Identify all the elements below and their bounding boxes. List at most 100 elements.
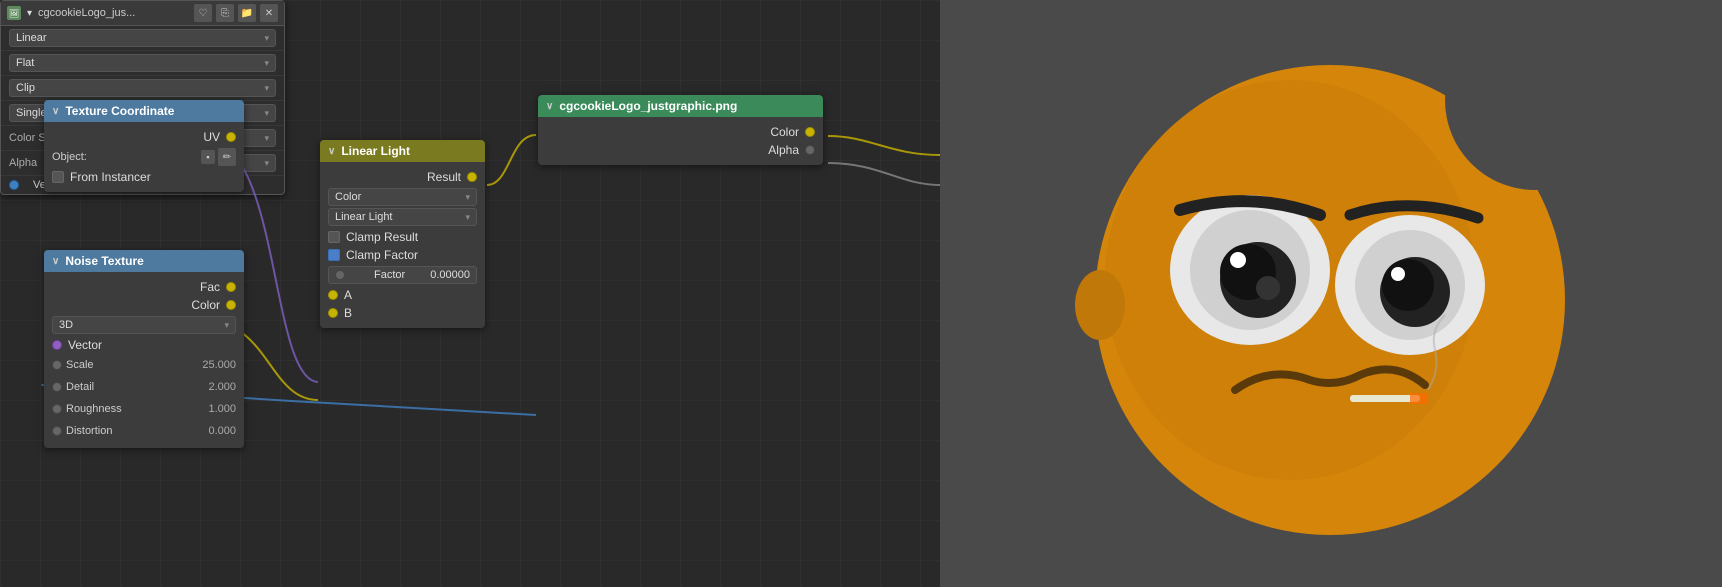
from-instancer-checkbox[interactable]: [52, 171, 64, 183]
scale-socket[interactable]: [52, 360, 62, 370]
color-output-socket[interactable]: [226, 300, 236, 310]
color-output-label: Color: [191, 298, 220, 312]
uv-socket[interactable]: [226, 132, 236, 142]
3d-dropdown-label: 3D: [59, 319, 73, 331]
color-output-row: Color: [44, 296, 244, 314]
object-picker-btn[interactable]: ✏: [218, 148, 236, 166]
linear-light-dropdown[interactable]: Linear Light ▾: [328, 208, 477, 226]
from-instancer-label: From Instancer: [70, 170, 151, 184]
color-dropdown[interactable]: Color ▾: [328, 188, 477, 206]
image-color-output-row: Color: [538, 123, 823, 141]
vector-input-label: Vector: [68, 338, 102, 352]
props-single-image-arrow: ▾: [264, 108, 269, 119]
clamp-result-label: Clamp Result: [346, 230, 418, 244]
clamp-factor-row: Clamp Factor: [320, 246, 485, 264]
linear-light-header[interactable]: ∨ Linear Light: [320, 140, 485, 162]
image-texture-title: cgcookieLogo_justgraphic.png: [559, 99, 737, 113]
linear-light-title: Linear Light: [341, 144, 410, 158]
scale-row: Scale 25.000: [44, 354, 244, 376]
noise-texture-header[interactable]: ∨ Noise Texture: [44, 250, 244, 272]
noise-collapse-icon[interactable]: ∨: [52, 256, 59, 267]
toolbar-dropdown-arrow[interactable]: ▾: [27, 8, 32, 19]
object-label: Object:: [52, 151, 201, 163]
close-btn[interactable]: ✕: [260, 4, 278, 22]
linear-light-collapse-icon[interactable]: ∨: [328, 146, 335, 157]
props-flat-arrow: ▾: [264, 58, 269, 69]
uv-output-row: UV: [44, 128, 244, 146]
roughness-value: 1.000: [208, 403, 236, 415]
props-flat-row: Flat ▾: [1, 51, 284, 76]
props-clip-dropdown[interactable]: Clip ▾: [9, 79, 276, 97]
props-linear-label: Linear: [16, 32, 47, 44]
toolbar-filename: cgcookieLogo_jus...: [38, 7, 190, 19]
a-socket[interactable]: [328, 290, 338, 300]
factor-value: 0.00000: [430, 269, 470, 281]
folder-btn[interactable]: 📁: [238, 4, 256, 22]
texture-coordinate-title: Texture Coordinate: [65, 104, 174, 118]
3d-dropdown-arrow: ▾: [224, 320, 229, 331]
3d-dropdown[interactable]: 3D ▾: [52, 316, 236, 334]
image-vector-socket[interactable]: [9, 180, 19, 190]
image-alpha-output-row: Alpha: [538, 141, 823, 159]
props-clip-label: Clip: [16, 82, 35, 94]
fac-socket[interactable]: [226, 282, 236, 292]
distortion-socket[interactable]: [52, 426, 62, 436]
noise-texture-body: Fac Color 3D ▾ Vector Scale 25.0: [44, 272, 244, 448]
linear-light-body: Result Color ▾ Linear Light ▾ Clamp Resu…: [320, 162, 485, 328]
vector-input-row: Vector: [44, 336, 244, 354]
noise-texture-title: Noise Texture: [65, 254, 143, 268]
noise-texture-node: ∨ Noise Texture Fac Color 3D ▾ Vector: [44, 250, 244, 448]
uv-label: UV: [203, 130, 220, 144]
texture-coordinate-node: ∨ Texture Coordinate UV Object: ▪ ✏ From…: [44, 100, 244, 192]
props-clip-row: Clip ▾: [1, 76, 284, 101]
clamp-factor-checkbox[interactable]: [328, 249, 340, 261]
image-texture-body: Color Alpha: [538, 117, 823, 165]
distortion-row: Distortion 0.000: [44, 420, 244, 442]
texture-coordinate-body: UV Object: ▪ ✏ From Instancer: [44, 122, 244, 192]
scale-value: 25.000: [202, 359, 236, 371]
props-linear-dropdown[interactable]: Linear ▾: [9, 29, 276, 47]
detail-row: Detail 2.000: [44, 376, 244, 398]
image-color-socket[interactable]: [805, 127, 815, 137]
detail-label: Detail: [66, 381, 208, 393]
image-props-toolbar: 🖼 ▾ cgcookieLogo_jus... ♡ ⎘ 📁 ✕: [1, 1, 284, 26]
object-row: Object: ▪ ✏: [44, 146, 244, 168]
result-socket[interactable]: [467, 172, 477, 182]
detail-socket[interactable]: [52, 382, 62, 392]
props-clip-arrow: ▾: [264, 83, 269, 94]
distortion-label: Distortion: [66, 425, 208, 437]
image-alpha-socket[interactable]: [805, 145, 815, 155]
image-texture-node: ∨ cgcookieLogo_justgraphic.png Color Alp…: [538, 95, 823, 165]
vector-input-socket[interactable]: [52, 340, 62, 350]
roughness-socket[interactable]: [52, 404, 62, 414]
image-texture-header[interactable]: ∨ cgcookieLogo_justgraphic.png: [538, 95, 823, 117]
b-label: B: [344, 306, 352, 320]
image-texture-collapse-icon[interactable]: ∨: [546, 101, 553, 112]
linear-light-dropdown-arrow: ▾: [465, 212, 470, 223]
collapse-icon[interactable]: ∨: [52, 106, 59, 117]
from-instancer-row: From Instancer: [44, 168, 244, 186]
color-dropdown-arrow: ▾: [465, 192, 470, 203]
props-flat-dropdown[interactable]: Flat ▾: [9, 54, 276, 72]
roughness-row: Roughness 1.000: [44, 398, 244, 420]
a-input-row: A: [320, 286, 485, 304]
props-srgb-arrow: ▾: [264, 133, 269, 144]
copy-btn[interactable]: ⎘: [216, 4, 234, 22]
factor-socket[interactable]: [335, 270, 345, 280]
heart-btn[interactable]: ♡: [194, 4, 212, 22]
clamp-result-checkbox[interactable]: [328, 231, 340, 243]
a-label: A: [344, 288, 352, 302]
viewport: [940, 0, 1722, 587]
node-editor: ∨ Texture Coordinate UV Object: ▪ ✏ From…: [0, 0, 940, 587]
image-icon: 🖼: [7, 6, 21, 20]
props-straight-arrow: ▾: [264, 158, 269, 169]
b-socket[interactable]: [328, 308, 338, 318]
factor-field[interactable]: Factor 0.00000: [328, 266, 477, 284]
b-input-row: B: [320, 304, 485, 322]
roughness-label: Roughness: [66, 403, 208, 415]
clamp-result-row: Clamp Result: [320, 228, 485, 246]
image-color-label: Color: [770, 125, 799, 139]
texture-coordinate-header[interactable]: ∨ Texture Coordinate: [44, 100, 244, 122]
scale-label: Scale: [66, 359, 202, 371]
object-picker-icon[interactable]: ▪: [201, 150, 215, 164]
